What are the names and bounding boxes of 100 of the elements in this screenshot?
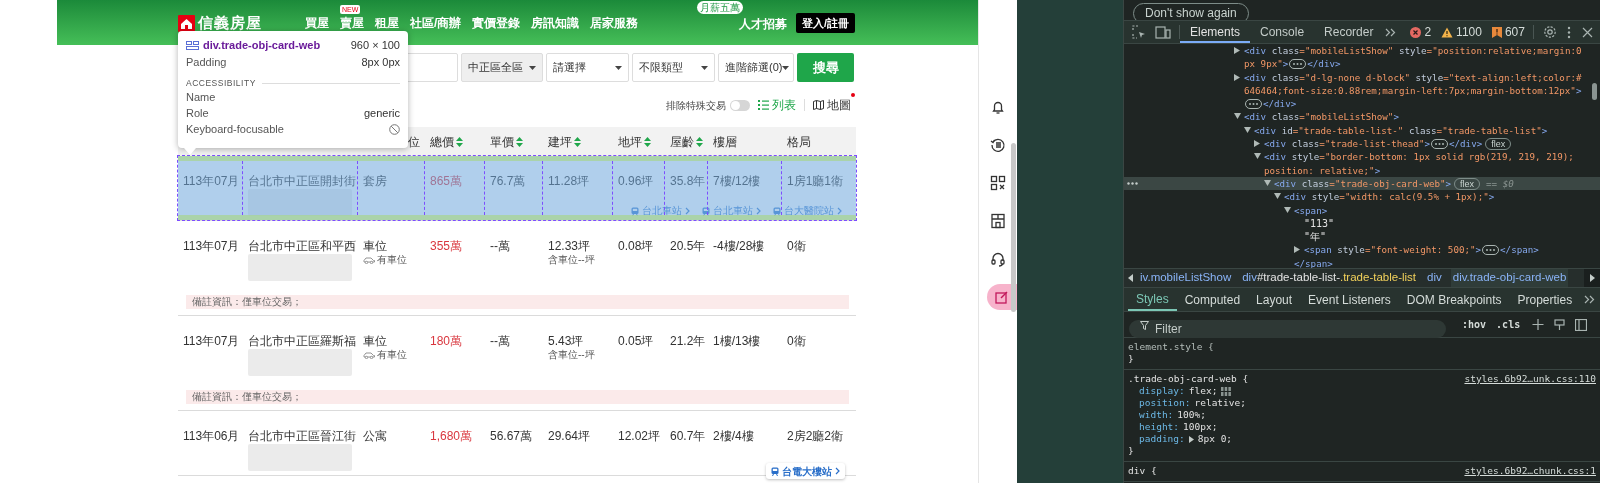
column-header[interactable]: 格局 xyxy=(787,132,811,151)
sidebar-toggle-icon[interactable] xyxy=(1575,318,1588,331)
collapsed-arrow-icon[interactable] xyxy=(1234,47,1240,54)
ellipsis-button[interactable] xyxy=(1482,245,1500,256)
chevrons-icon[interactable] xyxy=(1385,27,1397,37)
expanded-arrow-icon[interactable] xyxy=(1234,113,1241,120)
styles-tab[interactable]: DOM Breakpoints xyxy=(1398,288,1510,311)
dom-tree-row[interactable]: <div class="trade-list-thead"> </div> flex xyxy=(1124,137,1600,151)
table-cell: 0.05坪 xyxy=(618,334,654,348)
login-button[interactable]: 登入/註冊 xyxy=(795,13,855,33)
ellipsis-button[interactable] xyxy=(1245,98,1262,109)
close-icon[interactable] xyxy=(1581,26,1593,38)
expanded-arrow-icon[interactable] xyxy=(1244,126,1251,133)
ellipsis-button[interactable] xyxy=(1431,138,1448,149)
inspect-icon[interactable] xyxy=(1132,25,1146,39)
stylesheet-link[interactable]: styles.6b92…chunk.css:1 xyxy=(1464,465,1596,477)
breadcrumb-link[interactable]: div.trade-obj-card-web xyxy=(1450,269,1569,287)
styles-tab[interactable]: Computed xyxy=(1176,288,1249,311)
dom-markup: <span style="font-weight: 500;"> xyxy=(1304,243,1482,257)
filter-field[interactable]: Filter xyxy=(1129,319,1446,338)
dom-tree-row[interactable]: <div class="d-lg-none d-block" style="text-align:left;color:# 646464;font-size:0.88rem;margin-left:7px;margin-bottom:12px"> </div> xyxy=(1124,70,1600,111)
more-icon[interactable] xyxy=(1127,181,1138,185)
table-cell: 76.7萬 xyxy=(490,174,526,188)
styles-tab[interactable]: Properties xyxy=(1509,288,1581,311)
dom-tree-row[interactable]: <span style="font-weight: 500;"> </span> xyxy=(1124,243,1600,257)
dom-markup: <div style="width: calc(9.5% + 1px);"> xyxy=(1284,190,1495,204)
settings-icon[interactable] xyxy=(1542,25,1557,39)
styles-tab[interactable]: Layout xyxy=(1248,288,1301,311)
devtools-tab[interactable]: Recorder xyxy=(1314,21,1384,43)
expanded-arrow-icon[interactable] xyxy=(1284,206,1291,213)
station-button[interactable]: 台電大樓站 xyxy=(766,463,845,479)
column-header[interactable]: 建坪 xyxy=(548,132,572,151)
stylesheet-link[interactable]: styles.6b92…unk.css:110 xyxy=(1464,373,1596,385)
css-property: position: xyxy=(1139,397,1191,409)
styles-tab[interactable]: Event Listeners xyxy=(1300,288,1399,311)
headset-icon[interactable] xyxy=(990,251,1006,267)
breadcrumb-link[interactable]: div xyxy=(1425,269,1444,287)
dom-tree-row[interactable]: <div id="trade-table-list-" class="trade-table-list"> xyxy=(1124,123,1600,138)
store-icon[interactable] xyxy=(990,213,1006,229)
dom-tree-row[interactable]: "年" xyxy=(1124,230,1600,244)
expand-arrow-icon[interactable] xyxy=(1188,435,1194,443)
filter-icon xyxy=(1140,320,1149,330)
devtools-tab[interactable]: Elements xyxy=(1180,21,1251,43)
table-cell: 1樓/13樓 xyxy=(713,334,761,348)
ellipsis-button[interactable] xyxy=(1289,58,1307,69)
add-rule-icon[interactable] xyxy=(1532,318,1545,331)
table-cell: --萬 xyxy=(490,334,510,348)
dom-markup: </span> xyxy=(1294,256,1333,268)
toggle-switch[interactable] xyxy=(730,99,750,111)
bell-icon[interactable] xyxy=(990,99,1006,115)
issue-icon xyxy=(1491,26,1502,38)
dom-tree-row[interactable]: <div style="width: calc(9.5% + 1px);"> xyxy=(1124,190,1600,204)
dom-tree-row[interactable]: <div style="border-bottom: 1px solid rgb(219, 219, 219); position: relative;"> xyxy=(1124,150,1600,177)
column-header[interactable]: 地坪 xyxy=(618,132,642,151)
collapsed-arrow-icon[interactable] xyxy=(1294,246,1300,254)
scrollbar[interactable] xyxy=(1011,143,1016,312)
more-menu-icon[interactable] xyxy=(1566,25,1571,39)
history-icon[interactable] xyxy=(990,137,1006,153)
css-value: 8px 0; xyxy=(1197,433,1233,445)
filter-dropdown[interactable]: 請選擇 xyxy=(546,53,629,82)
hover-state-button[interactable]: :hov xyxy=(1462,317,1487,332)
property-label: Padding xyxy=(186,55,227,71)
qr-code-icon[interactable] xyxy=(990,175,1006,191)
collapsed-arrow-icon[interactable] xyxy=(1234,73,1240,81)
issues-count-button[interactable]: 607 xyxy=(1491,23,1525,41)
scrollbar[interactable] xyxy=(1592,83,1597,100)
column-header[interactable]: 屋齡 xyxy=(670,132,694,151)
expanded-arrow-icon[interactable] xyxy=(1274,193,1281,200)
error-count-button[interactable]: 2 xyxy=(1410,23,1432,41)
paint-icon[interactable] xyxy=(1554,318,1566,331)
filter-dropdown[interactable]: 不限類型 xyxy=(632,53,715,82)
breadcrumb-link[interactable]: iv.mobileListShow xyxy=(1138,269,1234,287)
column-header[interactable]: 總價 xyxy=(430,132,454,151)
chevrons-icon[interactable] xyxy=(1584,295,1596,304)
dom-tree-row[interactable]: <span> xyxy=(1124,203,1600,217)
dom-markup: <div class="trade-list-thead"> xyxy=(1264,137,1430,151)
dom-markup: </div> xyxy=(1263,97,1297,111)
dom-tree-row[interactable]: <div class="trade-obj-card-web"> flex == $0 xyxy=(1124,176,1600,191)
device-icon[interactable] xyxy=(1155,25,1171,39)
styles-tab[interactable]: Styles xyxy=(1128,288,1177,311)
class-toggle-button[interactable]: .cls xyxy=(1496,317,1521,332)
dom-tree-row[interactable]: <div class="mobileListShow" style="position:relative;margin:0 px 9px"> </div> xyxy=(1124,44,1600,71)
column-header[interactable]: 位 xyxy=(408,132,420,151)
dom-tree-row[interactable]: "113" xyxy=(1124,216,1600,231)
expanded-arrow-icon[interactable] xyxy=(1264,179,1271,186)
column-header[interactable]: 樓層 xyxy=(713,132,737,151)
dom-tree-row[interactable]: <div class="mobileListShow"> xyxy=(1124,110,1600,124)
view-tab[interactable]: 地圖 xyxy=(813,96,851,114)
expanded-arrow-icon[interactable] xyxy=(1254,153,1261,160)
warning-count-button[interactable]: 1100 xyxy=(1441,23,1482,41)
column-header[interactable]: 單價 xyxy=(490,132,514,151)
breadcrumb-link[interactable]: div#trade-table-list-.trade-table-list xyxy=(1240,269,1419,287)
parking-label: 有車位 xyxy=(377,254,407,266)
table-cell: 12.02坪 xyxy=(618,429,661,443)
collapsed-arrow-icon[interactable] xyxy=(1254,140,1260,148)
devtools-tab[interactable]: Console xyxy=(1250,21,1315,43)
filter-dropdown[interactable]: 進階篩選(0) xyxy=(718,53,794,82)
scroll-right-button[interactable] xyxy=(1584,269,1600,287)
css-property: height: xyxy=(1139,421,1180,433)
flex-editor-icon[interactable] xyxy=(1221,386,1232,396)
